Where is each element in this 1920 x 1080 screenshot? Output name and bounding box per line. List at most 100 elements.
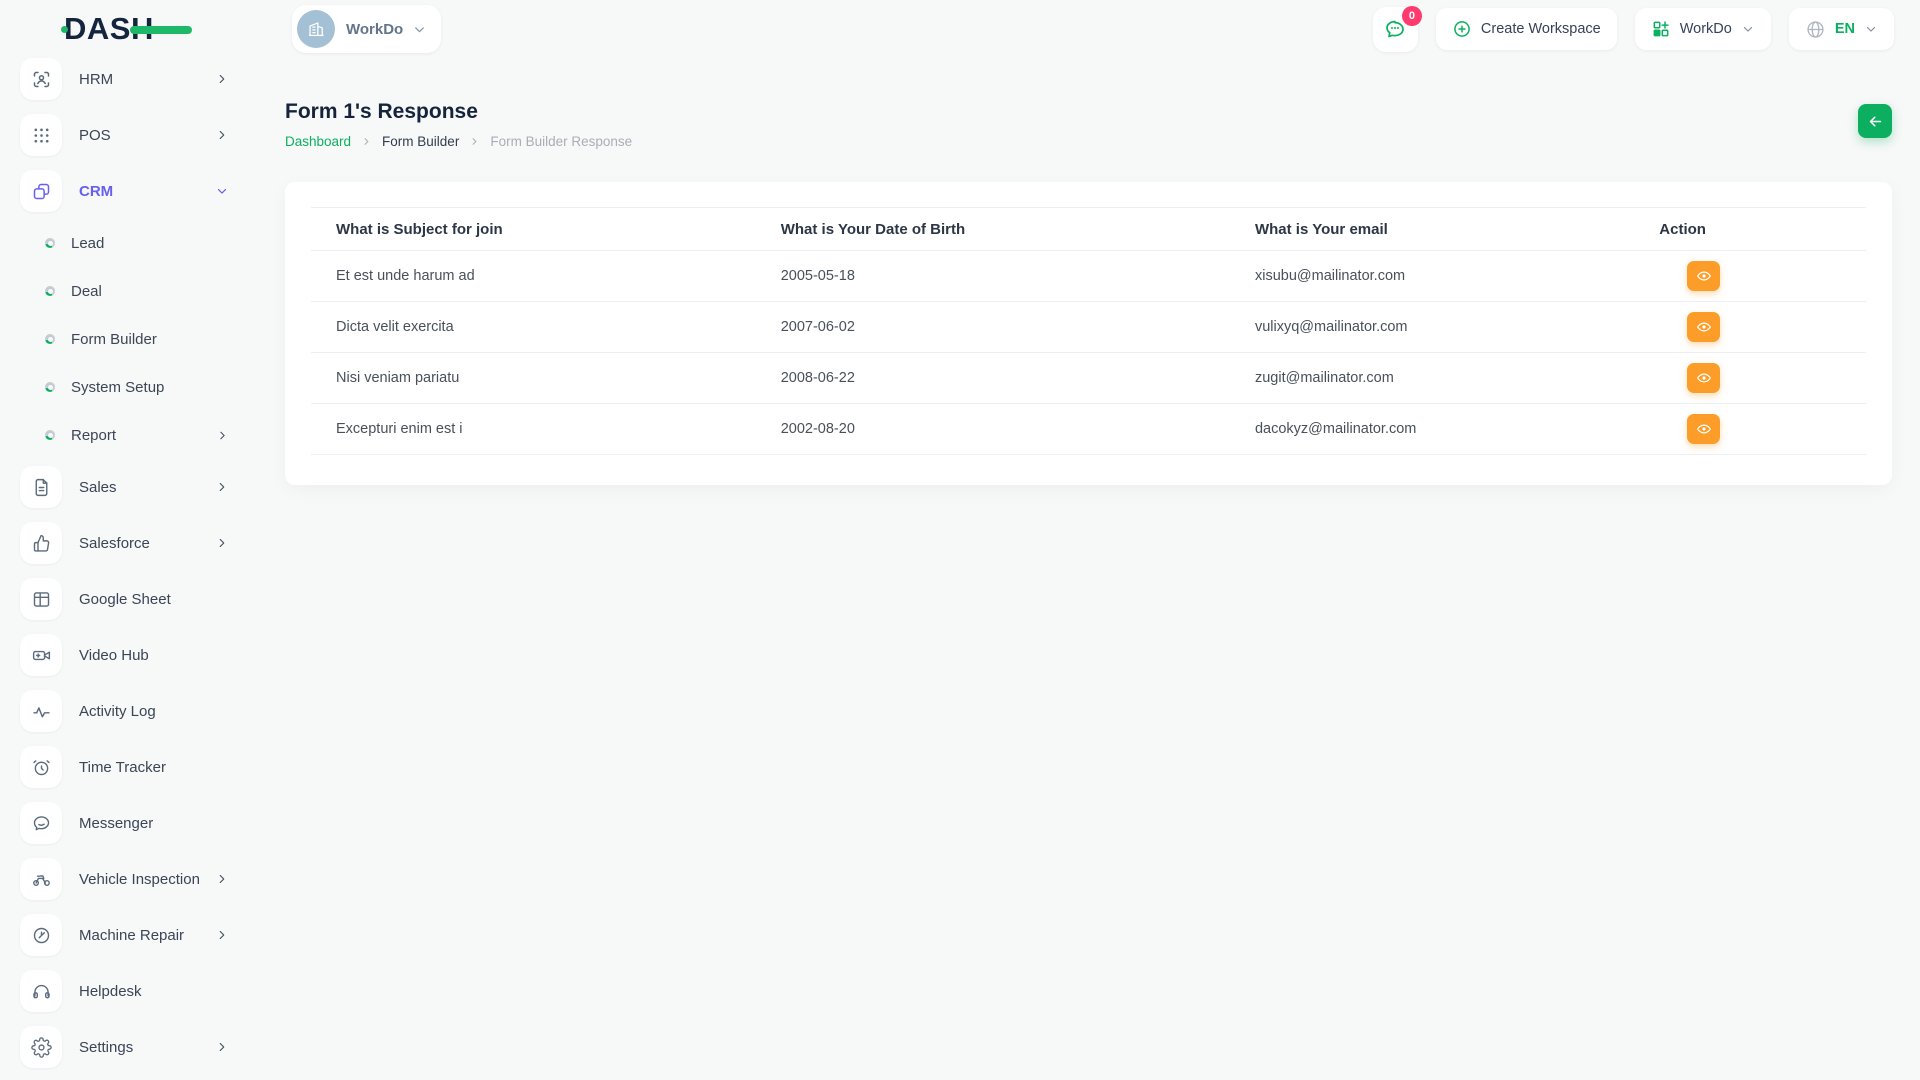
cell-subject: Nisi veniam pariatu [311,353,756,404]
table-row: Et est unde harum ad 2005-05-18 xisubu@m… [311,251,1866,302]
cell-dob: 2007-06-02 [756,302,1230,353]
sidebar-item-activity-log[interactable]: Activity Log [0,683,257,739]
globe-icon [1805,19,1826,40]
column-header-email: What is Your email [1230,208,1634,251]
cell-email: dacokyz@mailinator.com [1230,404,1634,455]
chevron-right-icon [215,480,229,494]
breadcrumb-current: Form Builder Response [490,134,632,149]
sidebar-item-lead[interactable]: Lead [0,219,257,267]
table-header-row: What is Subject for join What is Your Da… [311,208,1866,251]
video-camera-icon [20,634,62,676]
gauge-icon [20,914,62,956]
view-response-button[interactable] [1687,261,1720,291]
document-icon [20,466,62,508]
sidebar-item-hrm[interactable]: HRM [0,58,257,107]
bullet-icon [45,238,55,248]
column-header-dob: What is Your Date of Birth [756,208,1230,251]
crm-icon [20,170,62,212]
sidebar-item-messenger[interactable]: Messenger [0,795,257,851]
sidebar-item-vehicle-inspection[interactable]: Vehicle Inspection [0,851,257,907]
chevron-down-icon [215,184,229,198]
language-dropdown[interactable]: EN [1789,8,1894,50]
sidebar-item-machine-repair[interactable]: Machine Repair [0,907,257,963]
alarm-clock-icon [20,746,62,788]
table-row: Excepturi enim est i 2002-08-20 dacokyz@… [311,404,1866,455]
headphones-icon [20,970,62,1012]
view-response-button[interactable] [1687,414,1720,444]
back-button[interactable] [1858,104,1892,138]
main-content: Form 1's Response Dashboard Form Builder… [257,58,1920,1080]
chevron-right-icon [215,928,229,942]
chat-bubble-icon [20,802,62,844]
breadcrumb: Dashboard Form Builder Form Builder Resp… [285,134,632,149]
hrm-icon [20,58,62,100]
sidebar-item-google-sheet[interactable]: Google Sheet [0,571,257,627]
cell-email: xisubu@mailinator.com [1230,251,1634,302]
chevron-down-icon [1864,22,1878,36]
cell-dob: 2008-06-22 [756,353,1230,404]
sidebar-item-system-setup[interactable]: System Setup [0,363,257,411]
bullet-icon [45,430,55,440]
chevron-right-icon [469,136,480,147]
sidebar-item-pos[interactable]: POS [0,107,257,163]
view-response-button[interactable] [1687,363,1720,393]
chevron-right-icon [215,72,229,86]
bullet-icon [45,286,55,296]
view-response-button[interactable] [1687,312,1720,342]
breadcrumb-form-builder[interactable]: Form Builder [382,134,459,149]
sidebar-item-form-builder[interactable]: Form Builder [0,315,257,363]
workspace-grid-icon [1651,19,1671,39]
sidebar-item-salesforce[interactable]: Salesforce [0,515,257,571]
logo-dash-bar [130,26,192,34]
chevron-right-icon [215,536,229,550]
cell-email: zugit@mailinator.com [1230,353,1634,404]
eye-icon [1696,268,1712,284]
logo-dot [61,26,68,33]
workspace-dropdown-label: WorkDo [1680,21,1732,37]
chevron-right-icon [215,128,229,142]
sidebar-item-deal[interactable]: Deal [0,267,257,315]
sidebar-item-sales[interactable]: Sales [0,459,257,515]
motorcycle-icon [20,858,62,900]
notification-badge: 0 [1402,6,1422,26]
messages-button[interactable]: 0 [1373,7,1418,52]
workspace-switcher[interactable]: WorkDo [292,5,441,53]
create-workspace-button[interactable]: Create Workspace [1436,8,1617,50]
plus-circle-icon [1452,19,1472,39]
pulse-icon [20,690,62,732]
sidebar-item-crm[interactable]: CRM [0,163,257,219]
chevron-right-icon [215,872,229,886]
responses-table: What is Subject for join What is Your Da… [311,207,1866,455]
cell-email: vulixyq@mailinator.com [1230,302,1634,353]
cell-subject: Excepturi enim est i [311,404,756,455]
sidebar-item-helpdesk[interactable]: Helpdesk [0,963,257,1019]
bullet-icon [45,382,55,392]
sidebar-item-time-tracker[interactable]: Time Tracker [0,739,257,795]
language-code: EN [1835,21,1855,37]
create-workspace-label: Create Workspace [1481,21,1601,37]
breadcrumb-dashboard[interactable]: Dashboard [285,134,351,149]
chevron-right-icon [215,1040,229,1054]
sidebar-item-settings[interactable]: Settings [0,1019,257,1075]
cell-subject: Et est unde harum ad [311,251,756,302]
cell-dob: 2002-08-20 [756,404,1230,455]
eye-icon [1696,319,1712,335]
thumbs-up-icon [20,522,62,564]
chevron-down-icon [1741,22,1755,36]
column-header-action: Action [1634,208,1866,251]
chevron-right-icon [216,429,229,442]
table-row: Nisi veniam pariatu 2008-06-22 zugit@mai… [311,353,1866,404]
workspace-dropdown[interactable]: WorkDo [1635,8,1771,50]
workspace-name: WorkDo [346,21,403,38]
eye-icon [1696,370,1712,386]
table-row: Dicta velit exercita 2007-06-02 vulixyq@… [311,302,1866,353]
sidebar-item-report[interactable]: Report [0,411,257,459]
arrow-left-icon [1867,113,1884,130]
eye-icon [1696,421,1712,437]
sidebar: HRM POS CRM Lead Deal Form [0,58,257,1080]
column-header-subject: What is Subject for join [311,208,756,251]
sidebar-item-video-hub[interactable]: Video Hub [0,627,257,683]
chevron-down-icon [412,22,427,37]
top-bar: DASH WorkDo 0 Create Workspace WorkDo [0,0,1920,58]
cell-subject: Dicta velit exercita [311,302,756,353]
